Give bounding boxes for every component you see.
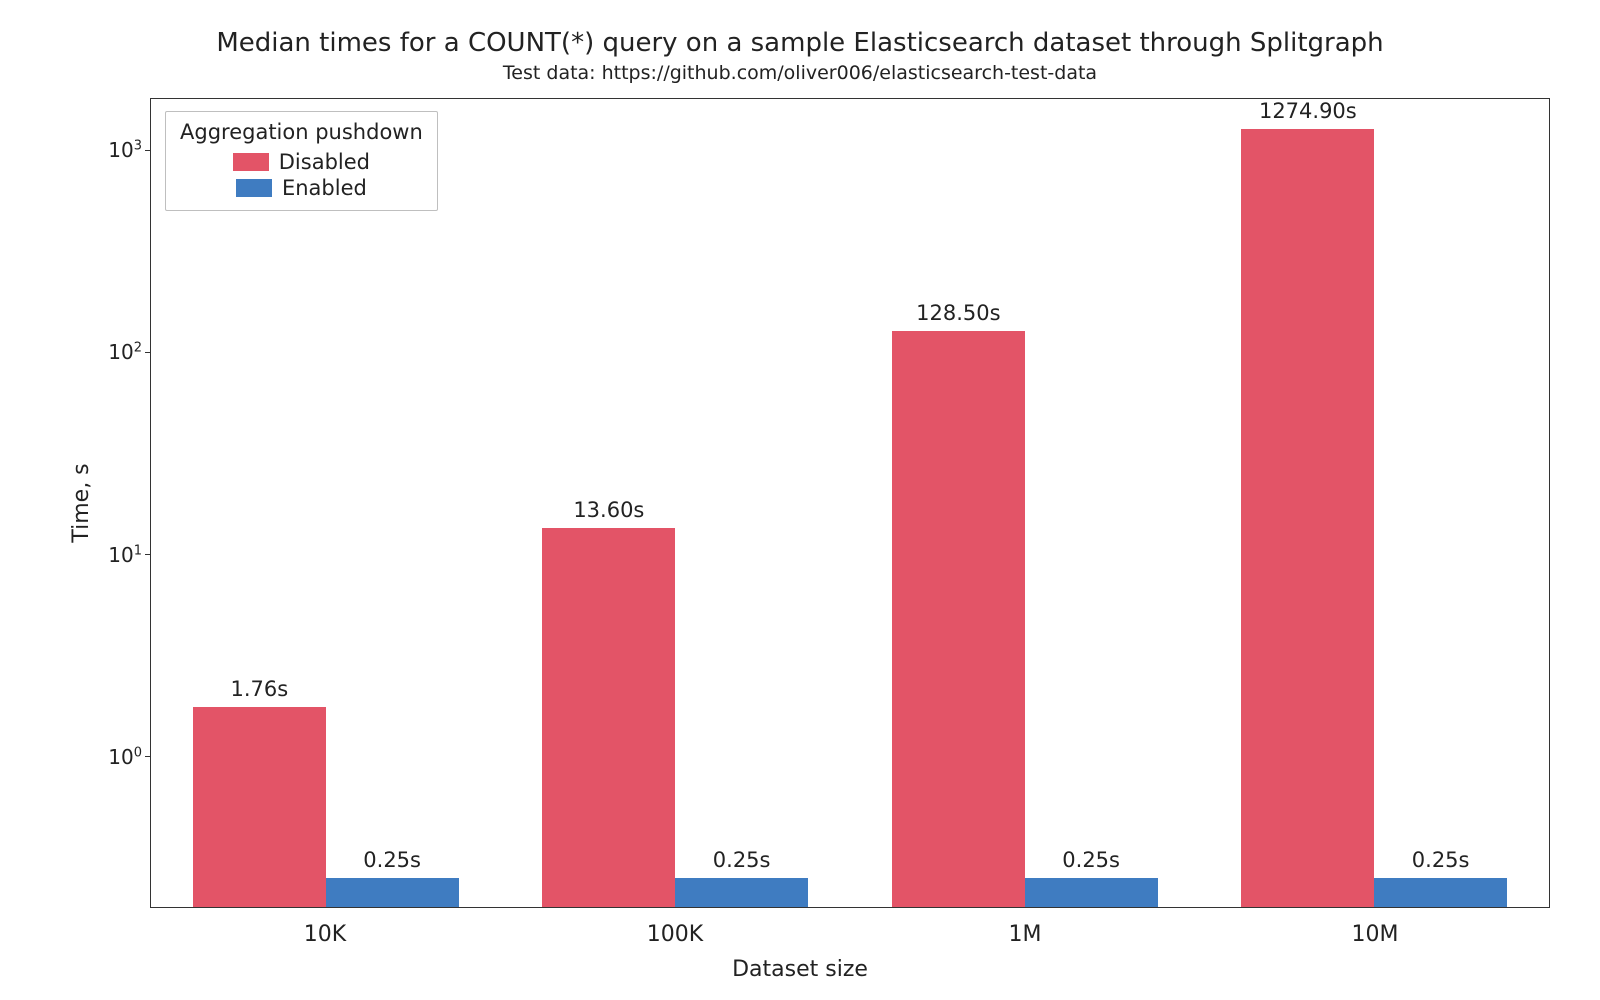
legend-entry-disabled: Disabled bbox=[180, 150, 423, 174]
legend-label-enabled: Enabled bbox=[282, 176, 367, 200]
legend-swatch-enabled-icon bbox=[236, 179, 272, 197]
y-tick-mark-icon bbox=[145, 756, 151, 758]
y-tick-mark-icon bbox=[145, 554, 151, 556]
plot-outer: Time, s 100 101 102 103 Aggregation pushdow… bbox=[50, 98, 1550, 908]
legend: Aggregation pushdown Disabled Enabled bbox=[165, 111, 438, 211]
legend-entry-enabled: Enabled bbox=[180, 176, 423, 200]
bar-value-label: 0.25s bbox=[713, 848, 771, 872]
bar-enabled: 0.25s bbox=[326, 878, 459, 907]
chart-container: Median times for a COUNT(*) query on a s… bbox=[50, 28, 1550, 968]
x-ticks: 10K100K1M10M bbox=[150, 908, 1550, 947]
bar-value-label: 0.25s bbox=[1412, 848, 1470, 872]
y-tick-label: 100 bbox=[108, 745, 142, 769]
bar-group: 1274.90s0.25s bbox=[1200, 99, 1550, 907]
bar-group: 1.76s0.25s bbox=[151, 99, 501, 907]
x-axis-label: Dataset size bbox=[50, 957, 1550, 982]
bar-groups: 1.76s0.25s13.60s0.25s128.50s0.25s1274.90… bbox=[151, 99, 1549, 907]
bar-value-label: 13.60s bbox=[573, 498, 644, 522]
bar-disabled: 13.60s bbox=[542, 528, 675, 907]
x-tick-label: 10M bbox=[1200, 908, 1550, 947]
bar-group-bars: 1274.90s0.25s bbox=[1200, 99, 1550, 907]
y-tick-mark-icon bbox=[145, 150, 151, 152]
bar-group-bars: 1.76s0.25s bbox=[151, 99, 501, 907]
chart-title: Median times for a COUNT(*) query on a s… bbox=[50, 28, 1550, 58]
bar-group: 13.60s0.25s bbox=[501, 99, 851, 907]
bar-value-label: 1274.90s bbox=[1259, 99, 1357, 123]
bar-value-label: 1.76s bbox=[230, 677, 288, 701]
ylabel-wrap: Time, s bbox=[50, 98, 90, 908]
y-tick-label: 101 bbox=[108, 543, 142, 567]
x-tick-label: 10K bbox=[150, 908, 500, 947]
x-tick-label: 100K bbox=[500, 908, 850, 947]
y-tick-mark-icon bbox=[145, 352, 151, 354]
bar-value-label: 128.50s bbox=[916, 301, 1000, 325]
bar-enabled: 0.25s bbox=[1374, 878, 1507, 907]
bar-value-label: 0.25s bbox=[363, 848, 421, 872]
bar-group-bars: 128.50s0.25s bbox=[850, 99, 1200, 907]
bar-disabled: 128.50s bbox=[892, 331, 1025, 907]
plot-area: Aggregation pushdown Disabled Enabled 1.… bbox=[150, 98, 1550, 908]
y-tick-label: 102 bbox=[108, 340, 142, 364]
y-tick-label: 103 bbox=[108, 138, 142, 162]
y-ticks: 100 101 102 103 bbox=[90, 98, 150, 908]
legend-title: Aggregation pushdown bbox=[180, 120, 423, 144]
x-tick-label: 1M bbox=[850, 908, 1200, 947]
bar-value-label: 0.25s bbox=[1062, 848, 1120, 872]
bar-enabled: 0.25s bbox=[675, 878, 808, 907]
bar-group: 128.50s0.25s bbox=[850, 99, 1200, 907]
legend-swatch-disabled-icon bbox=[233, 153, 269, 171]
bar-disabled: 1274.90s bbox=[1241, 129, 1374, 907]
legend-label-disabled: Disabled bbox=[279, 150, 370, 174]
chart-subtitle: Test data: https://github.com/oliver006/… bbox=[50, 62, 1550, 84]
bar-disabled: 1.76s bbox=[193, 707, 326, 907]
bar-group-bars: 13.60s0.25s bbox=[501, 99, 851, 907]
bar-enabled: 0.25s bbox=[1025, 878, 1158, 907]
